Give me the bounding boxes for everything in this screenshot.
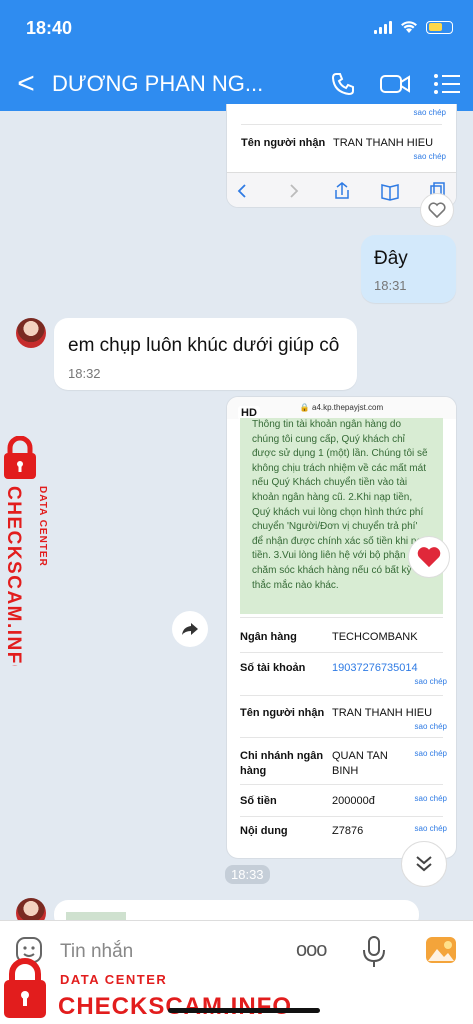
watermark-text-large: CHECKSCAM.INFO [3,486,24,666]
copy-link[interactable]: sao chép [415,722,447,731]
copy-link: sao chép [413,152,446,161]
detail-label: Tên người nhận [240,707,325,719]
detail-label: Nội dung [240,825,288,837]
detail-value: TRAN THANH HIEU [332,707,433,719]
recipient-label: Tên người nhận [241,137,326,149]
status-time: 18:40 [26,18,73,38]
watermark-lock-icon [4,436,36,479]
react-heart-button[interactable] [420,193,454,227]
image-gallery-icon[interactable] [424,935,458,965]
detail-value: Z7876 [332,825,364,837]
copy-link: sao chép [413,108,446,117]
copy-link[interactable]: sao chép [415,677,447,686]
image-time: 18:33 [225,865,270,884]
signal-icon [374,20,392,34]
message-text: Đây [374,248,408,269]
menu-button[interactable] [421,64,473,104]
copy-link[interactable]: sao chép [415,824,447,833]
watermark-text-small: DATA CENTER [37,486,48,567]
watermark-text-large: CHECKSCAM.INFO [58,993,290,1020]
video-call-button[interactable] [369,64,421,104]
double-chevron-down-icon [416,856,432,872]
heart-outline-icon [428,202,446,218]
more-options-button[interactable]: ooo [296,939,327,962]
copy-link[interactable]: sao chép [415,749,447,758]
microphone-icon[interactable] [360,935,388,969]
watermark-bottom: DATA CENTER CHECKSCAM.INFO [4,958,290,1020]
detail-value: TECHCOMBANK [332,631,418,643]
wifi-icon [401,21,417,33]
video-icon [380,75,410,93]
copy-link[interactable]: sao chép [415,794,447,803]
watermark-text-small: DATA CENTER [60,972,167,987]
detail-label: Số tài khoản [240,662,306,674]
detail-label: Chi nhánh ngân hàng [240,750,324,777]
account-number: 19037276735014 [332,662,418,674]
message-time: 18:31 [374,278,407,293]
watermark-side: DATA CENTER CHECKSCAM.INFO [3,436,48,666]
phone-icon [331,73,354,96]
heart-filled-icon [417,547,441,568]
watermark-lock-icon [4,958,46,1018]
scroll-down-button[interactable] [401,841,447,887]
reaction-heart[interactable] [408,536,450,578]
detail-label: Số tiền [240,795,277,807]
battery-icon [426,20,453,34]
detail-value: 200000đ [332,795,375,807]
image-message-top[interactable]: sao chép Tên người nhận TRAN THANH HIEU … [226,104,457,208]
recipient-value: TRAN THANH HIEU [333,137,434,149]
status-indicators [374,20,453,34]
forward-button[interactable] [172,611,208,647]
message-outgoing[interactable]: Đây 18:31 [361,235,456,303]
header-bar: 18:40 < DƯƠNG PHAN NG... [0,0,473,111]
back-button[interactable]: < [0,67,52,101]
detail-label: Ngân hàng [240,631,297,643]
message-time: 18:32 [68,366,101,381]
avatar[interactable] [16,318,46,348]
list-menu-icon [434,74,460,94]
chat-title[interactable]: DƯƠNG PHAN NG... [52,71,317,97]
phone-call-button[interactable] [317,64,369,104]
message-text: em chụp luôn khúc dưới giúp cô [68,335,340,356]
bank-details: Ngân hàng TECHCOMBANK Số tài khoản 1903727… [226,396,457,859]
message-incoming[interactable]: em chụp luôn khúc dưới giúp cô 18:32 [54,318,357,390]
home-indicator [168,1008,320,1013]
forward-arrow-icon [182,623,198,635]
detail-value: QUAN TAN BINH [332,750,388,777]
